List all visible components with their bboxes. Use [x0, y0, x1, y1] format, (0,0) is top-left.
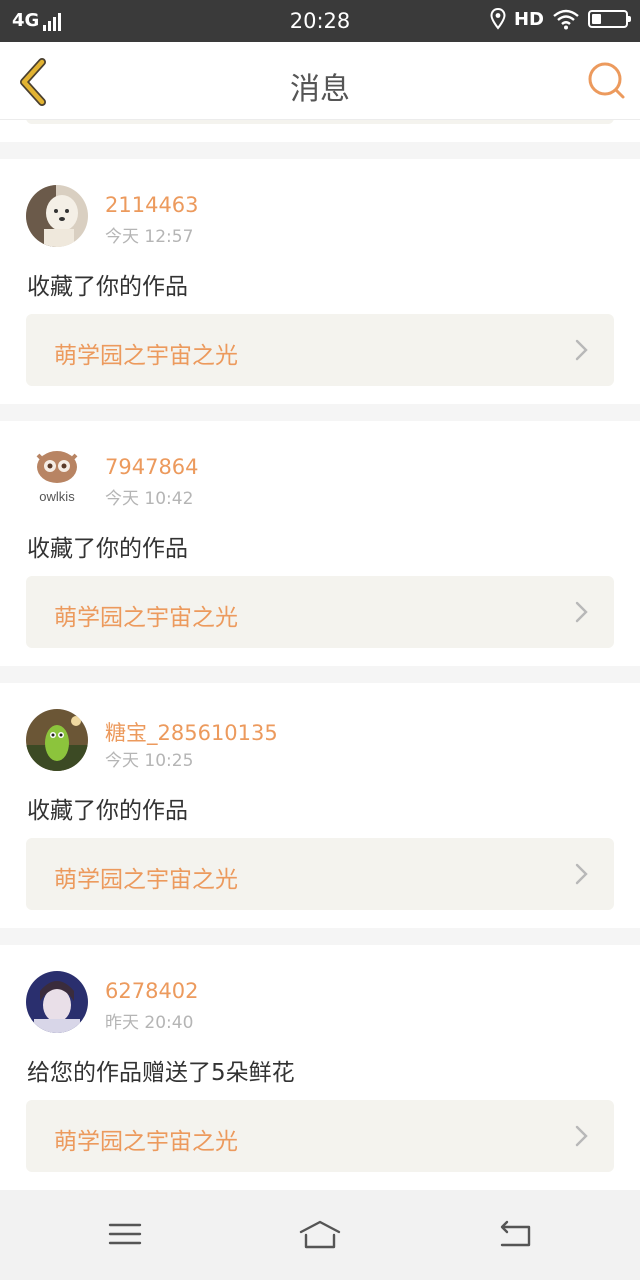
home-icon: [299, 1220, 341, 1249]
work-link[interactable]: 萌学园之宇宙之光: [26, 1100, 614, 1172]
wifi-icon: [553, 9, 579, 30]
return-button[interactable]: [494, 1220, 538, 1250]
timestamp: 昨天 20:40: [105, 1013, 194, 1033]
battery-icon: [588, 10, 631, 28]
timestamp: 今天 10:42: [105, 489, 194, 509]
username[interactable]: 糖宝_285610135: [105, 717, 278, 747]
avatar-text: owlkis: [39, 489, 75, 504]
timestamp: 今天 12:57: [105, 227, 194, 247]
chevron-right-icon: [575, 601, 588, 623]
chevron-right-icon: [575, 863, 588, 885]
message-text: 收藏了你的作品: [27, 536, 188, 562]
message-text: 收藏了你的作品: [27, 274, 188, 300]
avatar[interactable]: [26, 971, 88, 1033]
menu-button[interactable]: [103, 1220, 147, 1250]
status-icons: HD: [490, 8, 631, 30]
message-text: 给您的作品赠送了5朵鲜花: [27, 1060, 295, 1086]
work-link[interactable]: 萌学园之宇宙之光: [26, 838, 614, 910]
message-card: 糖宝_285610135 今天 10:25 收藏了你的作品 萌学园之宇宙之光: [0, 683, 640, 928]
timestamp: 今天 10:25: [105, 751, 194, 771]
message-text: 收藏了你的作品: [27, 798, 188, 824]
work-title: 萌学园之宇宙之光: [54, 343, 238, 369]
status-bar: 4G 20:28 HD: [0, 0, 640, 42]
username[interactable]: 2114463: [105, 193, 199, 217]
avatar[interactable]: [26, 709, 88, 771]
location-icon: [490, 8, 506, 30]
chevron-right-icon: [575, 339, 588, 361]
page-title: 消息: [290, 72, 350, 107]
work-link[interactable]: 萌学园之宇宙之光: [26, 314, 614, 386]
previous-card-tail: [0, 120, 640, 142]
hd-label: HD: [513, 8, 544, 30]
message-card: 6278402 昨天 20:40 给您的作品赠送了5朵鲜花 萌学园之宇宙之光: [0, 945, 640, 1190]
message-card: 2114463 今天 12:57 收藏了你的作品 萌学园之宇宙之光: [0, 159, 640, 404]
username[interactable]: 7947864: [105, 455, 199, 479]
work-title: 萌学园之宇宙之光: [54, 605, 238, 631]
work-title: 萌学园之宇宙之光: [54, 867, 238, 893]
work-link[interactable]: 萌学园之宇宙之光: [26, 576, 614, 648]
avatar[interactable]: owlkis: [26, 447, 88, 509]
search-button[interactable]: [586, 60, 626, 100]
search-icon: [588, 62, 625, 99]
home-button[interactable]: [298, 1220, 342, 1250]
work-title: 萌学园之宇宙之光: [54, 1129, 238, 1155]
message-list[interactable]: 2114463 今天 12:57 收藏了你的作品 萌学园之宇宙之光 owlkis…: [0, 120, 640, 1190]
avatar[interactable]: [26, 185, 88, 247]
system-nav-bar: [0, 1190, 640, 1280]
nav-bar: 消息: [0, 42, 640, 120]
return-icon: [500, 1220, 531, 1247]
username[interactable]: 6278402: [105, 979, 199, 1003]
chevron-right-icon: [575, 1125, 588, 1147]
message-card: owlkis 7947864 今天 10:42 收藏了你的作品 萌学园之宇宙之光: [0, 421, 640, 666]
menu-icon: [108, 1223, 142, 1245]
